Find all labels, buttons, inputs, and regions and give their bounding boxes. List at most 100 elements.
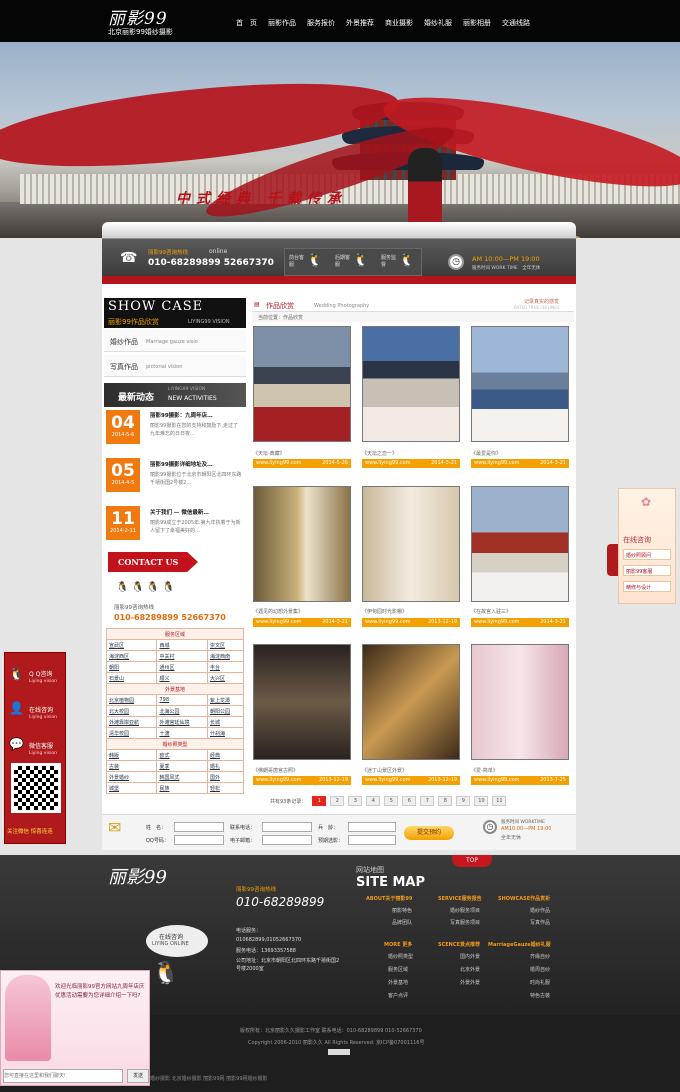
area-link[interactable]: 大兴区 <box>206 672 245 684</box>
footer-bottom-links[interactable]: 婚纱摄影 北京婚纱摄影 丽影99网 丽影99网婚纱摄影 <box>150 1075 268 1082</box>
style-link[interactable]: 城堡 <box>105 782 158 794</box>
page-link[interactable]: 4 <box>366 796 381 806</box>
gallery-caption[interactable]: 《佛朗哥唐宫古照》 <box>253 767 351 774</box>
gallery-caption[interactable]: 《最爱是你》 <box>471 450 569 457</box>
back-to-top[interactable]: TOP <box>452 855 492 867</box>
sitemap-link[interactable]: 北京外景 <box>460 966 480 973</box>
style-link[interactable]: 韩版 <box>105 749 158 761</box>
sitemap-link[interactable]: 丽影特色 <box>392 907 412 914</box>
nav-works[interactable]: 丽影作品 <box>268 18 296 28</box>
sitemap-link[interactable]: 外景外景 <box>460 979 480 986</box>
outdoor-link[interactable]: 外滩靠岸亚航 <box>105 716 158 728</box>
gallery-caption[interactable]: 《在故宫入驻三》 <box>471 608 569 615</box>
float-qq-label[interactable]: Q Q咨询 <box>29 669 52 678</box>
sitemap-link[interactable]: 特色古装 <box>530 992 550 999</box>
area-link[interactable]: 石景山 <box>105 672 158 684</box>
sitemap-link[interactable]: 婚纱作品 <box>530 907 550 914</box>
page-link[interactable]: 11 <box>492 796 507 806</box>
sitemap-link[interactable]: 写真服务项目 <box>450 919 480 926</box>
style-link[interactable]: 民族 <box>156 782 208 794</box>
gallery-photo[interactable] <box>471 644 569 760</box>
category-wedding[interactable]: 婚纱作品 Marriage gauze visio <box>104 330 246 352</box>
page-link[interactable]: 6 <box>402 796 417 806</box>
area-link[interactable]: 朝阳 <box>105 661 158 673</box>
sitemap-link[interactable]: 国内外景 <box>460 953 480 960</box>
page-link[interactable]: 9 <box>456 796 471 806</box>
popup-send-button[interactable]: 发送 <box>127 1069 149 1083</box>
outdoor-link[interactable]: 北大校园 <box>105 705 158 717</box>
qq-front-label[interactable]: 前台客服 <box>289 254 305 268</box>
category-portrait[interactable]: 写真作品 pictorial vision <box>104 355 246 377</box>
page-link[interactable]: 2 <box>330 796 345 806</box>
chat-icon[interactable]: 👤 <box>9 701 24 715</box>
qq-supervise-label[interactable]: 服务监督 <box>381 254 397 268</box>
sitemap-link[interactable]: 婚纱照类型 <box>388 953 413 960</box>
style-link[interactable]: 欧式 <box>156 749 208 761</box>
booking-date-input[interactable] <box>348 835 396 845</box>
booking-name-input[interactable] <box>174 822 224 832</box>
page-link[interactable]: 7 <box>420 796 435 806</box>
area-link[interactable]: 宣武区 <box>105 639 158 651</box>
gallery-photo[interactable] <box>362 644 460 760</box>
booking-qq-input[interactable] <box>174 835 224 845</box>
gallery-caption[interactable]: 《爱-简单》 <box>471 767 569 774</box>
popup-chat-input[interactable] <box>3 1069 123 1083</box>
sitemap-link[interactable]: 婚周自纱 <box>530 966 550 973</box>
booking-submit-button[interactable]: 提交预约 <box>404 826 454 840</box>
sitemap-link[interactable]: 时尚礼服 <box>530 979 550 986</box>
booking-phone-input[interactable] <box>262 822 312 832</box>
style-link[interactable]: 韩国风式 <box>156 771 208 783</box>
outdoor-link[interactable]: 朝阳公园 <box>206 705 245 717</box>
gallery-caption[interactable]: 《伊甸园时光影棚》 <box>362 608 460 615</box>
area-link[interactable]: 中关村 <box>156 650 208 662</box>
qq-post-label[interactable]: 后期客服 <box>335 254 351 268</box>
style-link[interactable]: 古装 <box>105 760 158 772</box>
booking-age-input[interactable] <box>348 822 396 832</box>
gallery-photo[interactable] <box>362 486 460 602</box>
nav-outdoor[interactable]: 外景推荐 <box>346 18 374 28</box>
outdoor-link[interactable]: 外滩宫廷仙境 <box>156 716 208 728</box>
cnzz-badge[interactable] <box>328 1049 350 1055</box>
nav-traffic[interactable]: 交通线路 <box>502 18 530 28</box>
gallery-caption[interactable]: 《天坛-典藏》 <box>253 450 351 457</box>
area-link[interactable]: 通州区 <box>156 661 208 673</box>
outdoor-link[interactable]: 北海公园 <box>156 705 208 717</box>
news-item-title[interactable]: 关于我们 — 微信最新… <box>150 508 209 516</box>
area-link[interactable]: 海淀西南 <box>206 650 245 662</box>
news-item-title[interactable]: 丽影99摄影详细地址及… <box>150 460 213 468</box>
page-link[interactable]: 8 <box>438 796 453 806</box>
gallery-caption[interactable]: 《迷丁山景区外景》 <box>362 767 460 774</box>
style-link[interactable]: 经典 <box>206 749 245 761</box>
outdoor-link[interactable]: 北京植物园 <box>105 694 158 706</box>
sitemap-link[interactable]: 品牌团队 <box>392 919 412 926</box>
style-link[interactable]: 国外 <box>206 771 245 783</box>
right-float-item[interactable]: 婚纱照顾问 <box>623 549 671 560</box>
outdoor-link[interactable]: 清华校园 <box>105 727 158 739</box>
style-link[interactable]: 婚礼 <box>206 760 245 772</box>
outdoor-link[interactable]: 紫上龙潭 <box>206 694 245 706</box>
sitemap-link[interactable]: 写真作品 <box>530 919 550 926</box>
page-link[interactable]: 5 <box>384 796 399 806</box>
nav-commercial[interactable]: 商业摄影 <box>385 18 413 28</box>
gallery-caption[interactable]: 《天坛之恋一》 <box>362 450 460 457</box>
area-link[interactable]: 海淀西区 <box>105 650 158 662</box>
right-float-item[interactable]: 精修与设计 <box>623 581 671 592</box>
gallery-photo[interactable] <box>471 486 569 602</box>
gallery-photo[interactable] <box>253 644 351 760</box>
area-link[interactable]: 顺义 <box>156 672 208 684</box>
outdoor-link[interactable]: 十渡 <box>156 727 208 739</box>
gallery-photo[interactable] <box>253 326 351 442</box>
sitemap-link[interactable]: 客户点评 <box>388 992 408 999</box>
nav-dresses[interactable]: 婚纱礼服 <box>424 18 452 28</box>
qq-penguin-icon[interactable]: 🐧 <box>399 253 415 268</box>
outdoor-link[interactable]: 什刹海 <box>206 727 245 739</box>
area-link[interactable]: 西城 <box>156 639 208 651</box>
sitemap-link[interactable]: 婚纱服务项目 <box>450 907 480 914</box>
gallery-caption[interactable]: 《遇见的幻想外景集》 <box>253 608 351 615</box>
page-link[interactable]: 3 <box>348 796 363 806</box>
nav-prices[interactable]: 服务报价 <box>307 18 335 28</box>
style-link[interactable]: 夏季 <box>156 760 208 772</box>
gallery-photo[interactable] <box>362 326 460 442</box>
booking-email-input[interactable] <box>262 835 312 845</box>
right-float-item[interactable]: 丽影99客服 <box>623 565 671 576</box>
